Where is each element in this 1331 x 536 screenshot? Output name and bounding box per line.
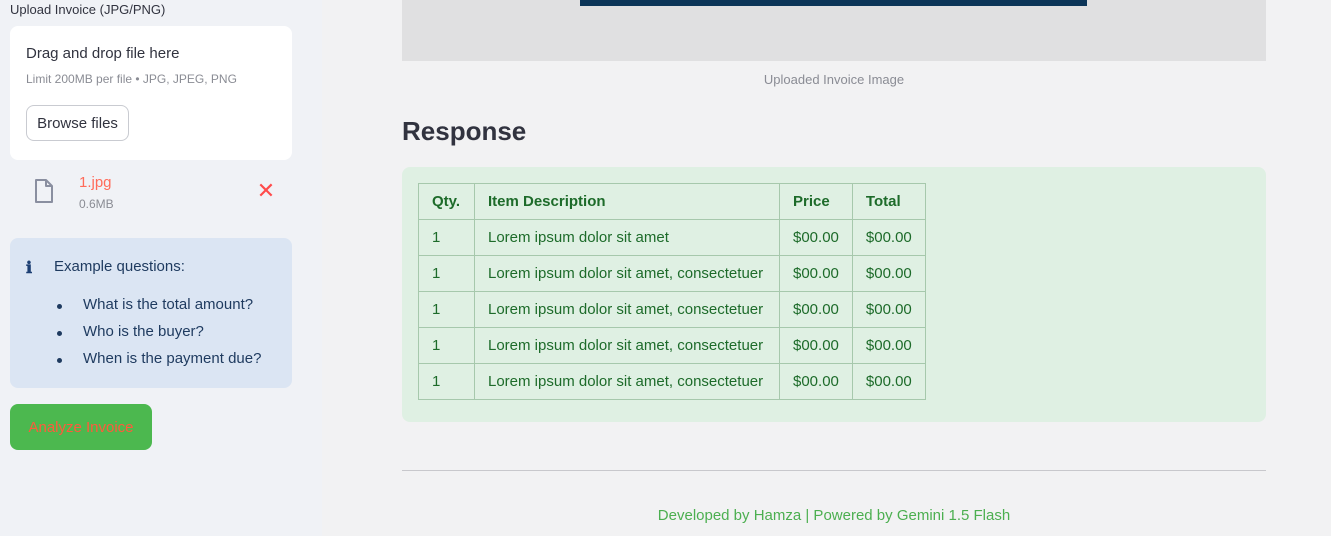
cell-price: $00.00 — [779, 363, 853, 400]
analyze-invoice-button[interactable]: Analyze Invoice — [10, 404, 152, 450]
cell-qty: 1 — [418, 363, 475, 400]
list-item: When is the payment due? — [54, 350, 261, 377]
file-name: 1.jpg — [79, 174, 112, 191]
cell-description: Lorem ipsum dolor sit amet, consectetuer — [474, 363, 780, 400]
table-row: 1 Lorem ipsum dolor sit amet, consectetu… — [418, 327, 926, 364]
cell-description: Lorem ipsum dolor sit amet — [474, 219, 780, 256]
cell-total: $00.00 — [851, 291, 926, 328]
close-icon[interactable]: ✕ — [256, 180, 276, 202]
uploaded-file-item: 1.jpg 0.6MB ✕ — [10, 170, 292, 220]
response-box: Qty. Item Description Price Total 1 Lore… — [402, 167, 1266, 422]
dropzone-limit: Limit 200MB per file • JPG, JPEG, PNG — [26, 72, 237, 86]
cell-qty: 1 — [418, 255, 475, 292]
table-header-row: Qty. Item Description Price Total — [418, 183, 926, 220]
invoice-image-top-bar — [580, 0, 1087, 6]
cell-price: $00.00 — [779, 219, 853, 256]
info-icon: ℹ — [26, 258, 33, 277]
cell-price: $00.00 — [779, 255, 853, 292]
upload-label: Upload Invoice (JPG/PNG) — [10, 2, 166, 17]
footer-credit: Developed by Hamza | Powered by Gemini 1… — [657, 507, 1011, 524]
cell-total: $00.00 — [851, 327, 926, 364]
cell-qty: 1 — [418, 219, 475, 256]
table-row: 1 Lorem ipsum dolor sit amet $00.00 $00.… — [418, 219, 926, 256]
cell-price: $00.00 — [779, 291, 853, 328]
info-title: Example questions: — [54, 258, 185, 275]
footer-divider — [402, 470, 1266, 471]
cell-description: Lorem ipsum dolor sit amet, consectetuer — [474, 327, 780, 364]
file-icon — [34, 179, 54, 203]
example-questions-list: What is the total amount? Who is the buy… — [54, 296, 261, 377]
file-size: 0.6MB — [79, 197, 114, 211]
uploaded-invoice-image — [402, 0, 1266, 61]
cell-description: Lorem ipsum dolor sit amet, consectetuer — [474, 291, 780, 328]
response-table: Qty. Item Description Price Total 1 Lore… — [418, 183, 926, 400]
cell-total: $00.00 — [851, 255, 926, 292]
header-total: Total — [851, 183, 926, 220]
table-row: 1 Lorem ipsum dolor sit amet, consectetu… — [418, 291, 926, 328]
image-caption: Uploaded Invoice Image — [763, 72, 905, 87]
table-row: 1 Lorem ipsum dolor sit amet, consectetu… — [418, 363, 926, 400]
example-questions-box: ℹ Example questions: What is the total a… — [10, 238, 292, 388]
cell-qty: 1 — [418, 291, 475, 328]
header-price: Price — [779, 183, 853, 220]
cell-total: $00.00 — [851, 363, 926, 400]
dropzone-title: Drag and drop file here — [26, 45, 180, 62]
header-qty: Qty. — [418, 183, 475, 220]
cell-price: $00.00 — [779, 327, 853, 364]
cell-total: $00.00 — [851, 219, 926, 256]
browse-files-button[interactable]: Browse files — [26, 105, 129, 141]
file-dropzone[interactable]: Drag and drop file here Limit 200MB per … — [10, 26, 292, 160]
list-item: Who is the buyer? — [54, 323, 261, 350]
table-row: 1 Lorem ipsum dolor sit amet, consectetu… — [418, 255, 926, 292]
response-heading: Response — [402, 116, 527, 146]
cell-description: Lorem ipsum dolor sit amet, consectetuer — [474, 255, 780, 292]
header-item-description: Item Description — [474, 183, 780, 220]
list-item: What is the total amount? — [54, 296, 261, 323]
sidebar: Upload Invoice (JPG/PNG) Drag and drop f… — [0, 0, 322, 536]
cell-qty: 1 — [418, 327, 475, 364]
